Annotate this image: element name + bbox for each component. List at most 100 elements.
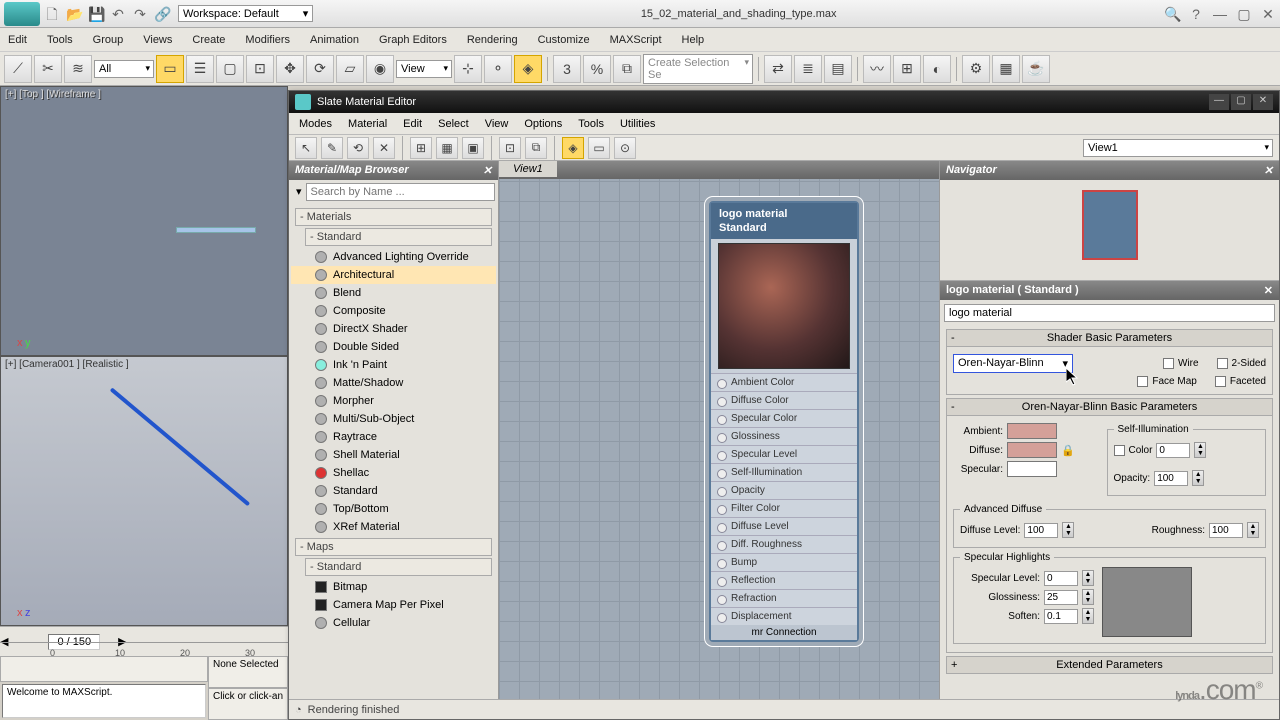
render-icon[interactable]: ☕ [1022, 55, 1050, 83]
mat-item-architectural[interactable]: Architectural [291, 266, 496, 284]
slot-reflection[interactable]: Reflection [711, 571, 857, 589]
timeline[interactable]: ◀ 0 / 150 ▶ 0 10 20 30 [0, 626, 288, 656]
slate-menu-view[interactable]: View [485, 118, 509, 130]
canvas-tab-view1[interactable]: View1 [499, 161, 557, 177]
lock-icon[interactable]: 🔒 [1061, 444, 1075, 457]
slate-close[interactable]: ✕ [1253, 94, 1273, 110]
slot-opacity[interactable]: Opacity [711, 481, 857, 499]
undo-icon[interactable]: ↶ [110, 6, 126, 22]
browser-tree[interactable]: - Materials - Standard Advanced Lighting… [289, 204, 498, 719]
menu-views[interactable]: Views [143, 34, 172, 46]
select-region-icon[interactable]: ▢ [216, 55, 244, 83]
ambient-color[interactable] [1007, 423, 1057, 439]
selfillum-color-checkbox[interactable] [1114, 445, 1125, 456]
show-map-icon[interactable]: ▣ [462, 137, 484, 159]
named-selection[interactable]: Create Selection Se [643, 54, 753, 84]
save-icon[interactable]: 💾 [88, 6, 104, 22]
pick-icon[interactable]: ↖ [295, 137, 317, 159]
slate-menu-tools[interactable]: Tools [578, 118, 604, 130]
diffuse-level[interactable] [1024, 523, 1058, 538]
render-frame-icon[interactable]: ▦ [992, 55, 1020, 83]
mat-item[interactable]: Blend [291, 284, 496, 302]
shader-type-dropdown[interactable]: Oren-Nayar-Blinn▾ [953, 354, 1073, 373]
slot-bump[interactable]: Bump [711, 553, 857, 571]
slate-menu-select[interactable]: Select [438, 118, 469, 130]
slate-maximize[interactable]: ▢ [1231, 94, 1251, 110]
soften[interactable] [1044, 609, 1078, 624]
angle-snap-icon[interactable]: 3 [553, 55, 581, 83]
render-setup-icon[interactable]: ⚙ [962, 55, 990, 83]
new-icon[interactable]: 🗋 [44, 6, 60, 22]
slot-ambient[interactable]: Ambient Color [711, 373, 857, 391]
layers-icon[interactable]: ▤ [824, 55, 852, 83]
unlink-icon[interactable]: ✂ [34, 55, 62, 83]
navigator-view[interactable] [940, 180, 1279, 270]
spec-level[interactable] [1044, 571, 1078, 586]
delete-icon[interactable]: ✕ [373, 137, 395, 159]
slate-menu-modes[interactable]: Modes [299, 118, 332, 130]
scale-icon[interactable]: ▱ [336, 55, 364, 83]
eyedropper-icon[interactable]: ✎ [321, 137, 343, 159]
redo-icon[interactable]: ↷ [132, 6, 148, 22]
select-name-icon[interactable]: ☰ [186, 55, 214, 83]
slot-selfillum[interactable]: Self-Illumination [711, 463, 857, 481]
mat-item[interactable]: Raytrace [291, 428, 496, 446]
select-by-mat-icon[interactable]: ⊙ [614, 137, 636, 159]
slate-title-bar[interactable]: Slate Material Editor — ▢ ✕ [289, 91, 1279, 113]
material-name-input[interactable] [944, 304, 1275, 322]
percent-snap-icon[interactable]: % [583, 55, 611, 83]
mat-id-icon[interactable]: ◈ [562, 137, 584, 159]
hide-unused-icon[interactable]: ▦ [436, 137, 458, 159]
slot-speclevel[interactable]: Specular Level [711, 445, 857, 463]
bind-icon[interactable]: ≋ [64, 55, 92, 83]
pivot-icon[interactable]: ⊹ [454, 55, 482, 83]
node-header[interactable]: logo material Standard [711, 203, 857, 239]
mat-item[interactable]: DirectX Shader [291, 320, 496, 338]
search-input[interactable] [306, 183, 495, 201]
preview-icon[interactable]: ▭ [588, 137, 610, 159]
mat-item-shellac[interactable]: Shellac [291, 464, 496, 482]
facemap-checkbox[interactable] [1137, 376, 1148, 387]
navigator-close-icon[interactable]: ✕ [1264, 164, 1273, 177]
layout-all-icon[interactable]: ⊡ [499, 137, 521, 159]
map-item[interactable]: Camera Map Per Pixel [291, 596, 496, 614]
slot-refraction[interactable]: Refraction [711, 589, 857, 607]
rotate-icon[interactable]: ⟳ [306, 55, 334, 83]
manipulate-icon[interactable]: ⚬ [484, 55, 512, 83]
section-maps[interactable]: - Maps [295, 538, 492, 556]
assign-icon[interactable]: ⟲ [347, 137, 369, 159]
menu-grapheditors[interactable]: Graph Editors [379, 34, 447, 46]
open-icon[interactable]: 📂 [66, 6, 82, 22]
ref-coord-icon[interactable]: ◉ [366, 55, 394, 83]
mat-item[interactable]: Advanced Lighting Override [291, 248, 496, 266]
mat-item[interactable]: Standard [291, 482, 496, 500]
move-children-icon[interactable]: ⊞ [410, 137, 432, 159]
schematic-icon[interactable]: ⊞ [893, 55, 921, 83]
map-item[interactable]: Bitmap [291, 578, 496, 596]
viewport-top[interactable]: [+] [Top ] [Wireframe ] x y [0, 86, 288, 356]
curve-editor-icon[interactable]: 〰 [863, 55, 891, 83]
browser-close-icon[interactable]: ✕ [483, 164, 492, 177]
slate-menu-options[interactable]: Options [524, 118, 562, 130]
spinner-snap-icon[interactable]: ⧉ [613, 55, 641, 83]
minimize-icon[interactable]: — [1212, 6, 1228, 22]
roughness[interactable] [1209, 523, 1243, 538]
menu-edit[interactable]: Edit [8, 34, 27, 46]
opacity-value[interactable] [1154, 471, 1188, 486]
align-icon[interactable]: ≣ [794, 55, 822, 83]
selfillum-value[interactable] [1156, 443, 1190, 458]
slate-menu-utilities[interactable]: Utilities [620, 118, 655, 130]
mat-item[interactable]: Matte/Shadow [291, 374, 496, 392]
mat-item[interactable]: XRef Material [291, 518, 496, 536]
move-icon[interactable]: ✥ [276, 55, 304, 83]
coord-system[interactable]: View [396, 60, 452, 78]
slate-minimize[interactable]: — [1209, 94, 1229, 110]
link-icon[interactable]: 🔗 [154, 6, 170, 22]
menu-rendering[interactable]: Rendering [467, 34, 518, 46]
section-materials[interactable]: - Materials [295, 208, 492, 226]
slot-difflevel[interactable]: Diffuse Level [711, 517, 857, 535]
viewport-camera[interactable]: [+] [Camera001 ] [Realistic ] x z [0, 356, 288, 626]
slot-filter[interactable]: Filter Color [711, 499, 857, 517]
slot-specular[interactable]: Specular Color [711, 409, 857, 427]
close-icon[interactable]: ✕ [1260, 6, 1276, 22]
